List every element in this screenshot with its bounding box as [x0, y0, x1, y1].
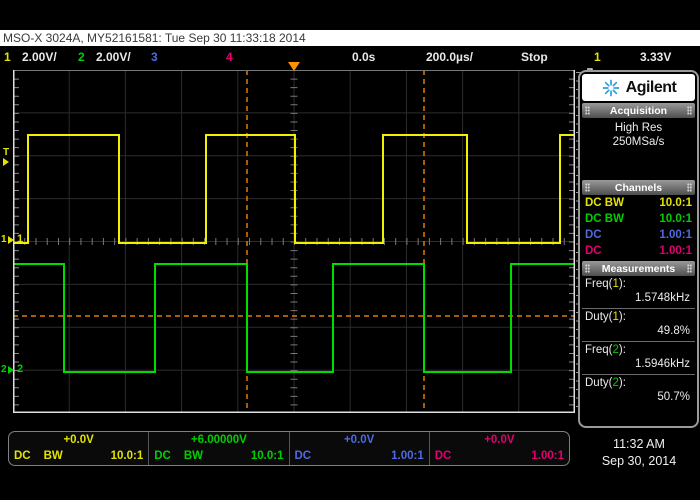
- channel-offset-value: +0.0V: [435, 434, 564, 447]
- measurement-value: 50.7%: [585, 390, 692, 405]
- bottom-channel-bar: +0.0V DC BW 10.0:1 +6.00000V DC BW 10.0:1 +0.0V D…: [8, 431, 570, 466]
- ground-marker-label: 1: [1, 234, 7, 245]
- measurements-list: Freq(1):1.5748kHzDuty(1):49.8%Freq(2):1.…: [582, 276, 695, 424]
- ground-marker-arrow-icon: [8, 236, 14, 244]
- channel-1-ground-marker[interactable]: 1: [1, 234, 14, 245]
- measurement-entry[interactable]: Freq(1):1.5748kHz: [582, 276, 695, 308]
- channel-coupling: DC BW: [585, 213, 624, 225]
- channel-row[interactable]: DC 1.00:1: [582, 243, 695, 259]
- channel-row[interactable]: DC 1.00:1: [582, 227, 695, 243]
- channel-coupling: DC: [585, 245, 602, 257]
- channel-row[interactable]: DC BW 10.0:1: [582, 195, 695, 211]
- clock-time: 11:32 AM: [578, 436, 700, 453]
- channel-offset-value: +6.00000V: [154, 434, 283, 447]
- channel-1-number[interactable]: 1: [4, 50, 11, 64]
- channel-offset-value: +0.0V: [14, 434, 143, 447]
- probe-ratio: 1.00:1: [391, 450, 424, 463]
- channel-status-cell[interactable]: +6.00000V DC BW 10.0:1: [148, 432, 288, 465]
- channel-offset-value: +0.0V: [295, 434, 424, 447]
- section-header-acquisition[interactable]: Acquisition: [582, 103, 695, 118]
- channel-coupling: DC: [585, 229, 602, 241]
- bandwidth-label: BW: [184, 450, 203, 463]
- grip-icon: [585, 106, 590, 115]
- section-header-measurements[interactable]: Measurements: [582, 261, 695, 276]
- acquisition-mode: High Res: [582, 121, 695, 135]
- clock: 11:32 AM Sep 30, 2014: [578, 436, 700, 470]
- measurement-value: 1.5946kHz: [585, 357, 692, 372]
- coupling-label: DC: [295, 450, 312, 463]
- status-bar: 1 2.00V/ 2 2.00V/ 3 4 0.0s 200.0µs/ Stop…: [0, 46, 700, 69]
- measurement-label: Duty(2):: [585, 376, 692, 390]
- oscilloscope-screen: MSO-X 3024A, MY52161581: Tue Sep 30 11:3…: [0, 0, 700, 500]
- measurement-entry[interactable]: Duty(1):49.8%: [582, 308, 695, 341]
- channel-probe-ratio: 1.00:1: [659, 229, 692, 241]
- probe-ratio: 10.0:1: [111, 450, 144, 463]
- channel-1-trace-label: 1: [17, 233, 23, 245]
- section-title: Channels: [615, 182, 662, 194]
- channel-probe-ratio: 10.0:1: [659, 213, 692, 225]
- channel-status-cell[interactable]: +0.0V DC 1.00:1: [429, 432, 569, 465]
- horizontal-delay[interactable]: 0.0s: [352, 50, 375, 64]
- probe-ratio: 10.0:1: [251, 450, 284, 463]
- section-title: Acquisition: [610, 105, 667, 117]
- waveform-display[interactable]: [13, 70, 575, 413]
- channel-2-trace-label: 2: [17, 363, 23, 375]
- trigger-level-marker[interactable]: T: [3, 148, 9, 166]
- measurement-entry[interactable]: Duty(2):50.7%: [582, 374, 695, 407]
- measurement-entry[interactable]: Freq(2):1.5946kHz: [582, 341, 695, 374]
- channel-probe-ratio: 10.0:1: [659, 197, 692, 209]
- coupling-label: DC: [14, 450, 31, 463]
- measurement-value: 49.8%: [585, 324, 692, 339]
- probe-ratio: 1.00:1: [531, 450, 564, 463]
- measurement-label: Freq(2):: [585, 343, 692, 357]
- grip-icon: [687, 264, 692, 273]
- measurement-label: Freq(1):: [585, 277, 692, 291]
- trigger-source[interactable]: 1: [594, 50, 601, 64]
- grip-icon: [585, 264, 590, 273]
- channel-4-number[interactable]: 4: [226, 50, 233, 64]
- channel-row[interactable]: DC BW 10.0:1: [582, 211, 695, 227]
- channel-2-scale[interactable]: 2.00V/: [96, 50, 131, 64]
- agilent-starburst-icon: [601, 78, 621, 98]
- clock-date: Sep 30, 2014: [578, 453, 700, 470]
- brand-name: Agilent: [626, 79, 677, 97]
- coupling-label: DC: [435, 450, 452, 463]
- channel-1-trace: [13, 135, 575, 243]
- agilent-logo: Agilent: [582, 74, 695, 101]
- title-text: MSO-X 3024A, MY52161581: Tue Sep 30 11:3…: [0, 30, 700, 46]
- coupling-label: DC: [154, 450, 171, 463]
- measurement-label: Duty(1):: [585, 310, 692, 324]
- grip-icon: [687, 106, 692, 115]
- ground-marker-label: 2: [1, 364, 7, 375]
- channel-1-scale[interactable]: 2.00V/: [22, 50, 57, 64]
- channel-3-number[interactable]: 3: [151, 50, 158, 64]
- channel-coupling: DC BW: [585, 197, 624, 209]
- timebase-setting[interactable]: 200.0µs/: [426, 50, 473, 64]
- sidebar: Agilent Acquisition High Res 250MSa/s Ch…: [578, 70, 699, 428]
- grip-icon: [585, 183, 590, 192]
- title-bar: MSO-X 3024A, MY52161581: Tue Sep 30 11:3…: [0, 30, 700, 46]
- section-header-channels[interactable]: Channels: [582, 180, 695, 195]
- waveform-plot[interactable]: [13, 70, 575, 413]
- channel-probe-ratio: 1.00:1: [659, 245, 692, 257]
- bandwidth-label: BW: [44, 450, 63, 463]
- run-state[interactable]: Stop: [521, 50, 548, 64]
- trigger-level[interactable]: 3.33V: [640, 50, 671, 64]
- channel-status-cell[interactable]: +0.0V DC BW 10.0:1: [9, 432, 148, 465]
- ground-marker-arrow-icon: [8, 366, 14, 374]
- sample-rate: 250MSa/s: [582, 135, 695, 149]
- acquisition-info: High Res 250MSa/s: [582, 118, 695, 178]
- section-title: Measurements: [602, 263, 676, 275]
- trigger-marker-arrow-icon: [3, 158, 9, 166]
- time-reference-marker[interactable]: [288, 62, 300, 71]
- grip-icon: [687, 183, 692, 192]
- channel-2-number[interactable]: 2: [78, 50, 85, 64]
- trigger-marker-label: T: [3, 148, 9, 158]
- channel-2-ground-marker[interactable]: 2: [1, 364, 14, 375]
- measurement-value: 1.5748kHz: [585, 291, 692, 306]
- channels-list: DC BW 10.0:1 DC BW 10.0:1 DC 1.00:1 DC 1.00:1: [582, 195, 695, 259]
- channel-status-cell[interactable]: +0.0V DC 1.00:1: [289, 432, 429, 465]
